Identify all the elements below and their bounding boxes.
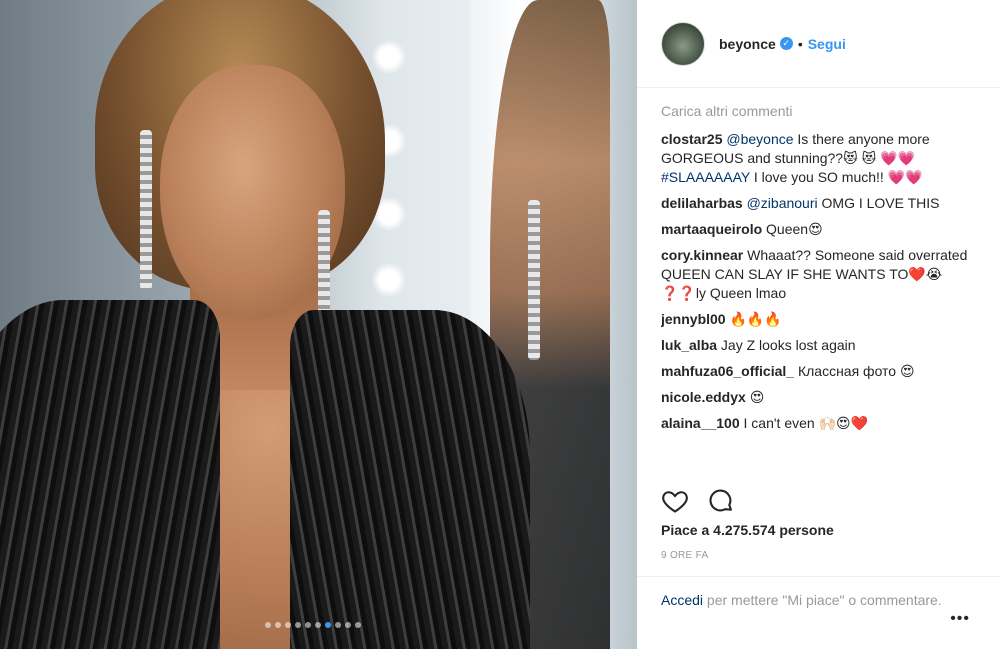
post-timestamp: 9 ORE FA [661, 550, 709, 561]
carousel-dot[interactable] [265, 622, 271, 628]
light-bulb [372, 40, 406, 74]
carousel-dot[interactable] [335, 622, 341, 628]
comment-username[interactable]: martaaqueirolo [661, 221, 762, 237]
carousel-dot[interactable] [315, 622, 321, 628]
comment: luk_alba Jay Z looks lost again [661, 336, 984, 355]
carousel-dot[interactable] [295, 622, 301, 628]
comment-mention[interactable]: @beyonce [726, 131, 793, 147]
carousel-dot[interactable] [285, 622, 291, 628]
carousel-dot[interactable] [305, 622, 311, 628]
comment-username[interactable]: jennybl00 [661, 311, 726, 327]
comment-text: Queen😍 [762, 221, 823, 237]
comment-text: 😍 [745, 389, 765, 405]
comments-list[interactable]: Carica altri commenti clostar25 @beyonce… [661, 96, 984, 474]
carousel-dots[interactable] [265, 622, 361, 628]
carousel-dot[interactable] [275, 622, 281, 628]
comment: nicole.eddyx 😍 [661, 388, 984, 407]
light-bulb [372, 263, 406, 297]
post-photo[interactable] [0, 0, 637, 649]
avatar[interactable] [661, 21, 705, 66]
comment-username[interactable]: delilaharbas [661, 195, 743, 211]
comment-text: Jay Z looks lost again [717, 337, 856, 353]
comment-username[interactable]: luk_alba [661, 337, 717, 353]
separator: • [797, 35, 803, 52]
heart-icon[interactable] [661, 487, 689, 515]
login-prompt: Accedi per mettere "Mi piace" o commenta… [637, 576, 1000, 610]
follow-button[interactable]: Segui [808, 36, 846, 52]
comment-text: I can't even 🙌🏻😍❤️ [739, 415, 869, 431]
more-options-button[interactable]: ••• [950, 610, 970, 628]
comment: clostar25 @beyonce Is there anyone more … [661, 130, 984, 187]
comment-mention[interactable]: @zibanouri [747, 195, 818, 211]
comment: martaaqueirolo Queen😍 [661, 220, 984, 239]
comment-hashtag[interactable]: #SLAAAAAAY [661, 169, 750, 185]
comment-icon[interactable] [707, 487, 735, 515]
action-bar [661, 487, 735, 515]
comment-username[interactable]: mahfuza06_official_ [661, 363, 794, 379]
comment-text: 🔥🔥🔥 [725, 311, 782, 327]
dress-left [0, 300, 220, 649]
post-header: beyonce ✓ • Segui [637, 0, 1000, 88]
earring [528, 200, 540, 360]
comment: mahfuza06_official_ Классная фото 😍 [661, 362, 984, 381]
carousel-dot[interactable] [355, 622, 361, 628]
comment-username[interactable]: alaina__100 [661, 415, 740, 431]
likes-count[interactable]: Piace a 4.275.574 persone [661, 522, 834, 538]
comment: jennybl00 🔥🔥🔥 [661, 310, 984, 329]
comment-text: I love you SO much!! 💗💗 [749, 169, 923, 185]
earring [140, 130, 152, 290]
verified-badge-icon: ✓ [779, 37, 793, 50]
comment-username[interactable]: cory.kinnear [661, 247, 743, 263]
load-more-comments-button[interactable]: Carica altri commenti [661, 102, 984, 121]
comment-text: OMG I LOVE THIS [817, 195, 940, 211]
username[interactable]: beyonce [719, 36, 776, 52]
dress-right [290, 310, 530, 649]
comment-username[interactable]: nicole.eddyx [661, 389, 746, 405]
comment: alaina__100 I can't even 🙌🏻😍❤️ [661, 414, 984, 433]
carousel-dot[interactable] [325, 622, 331, 628]
comment: delilaharbas @zibanouri OMG I LOVE THIS [661, 194, 984, 213]
post-side-panel: beyonce ✓ • Segui Carica altri commenti … [637, 0, 1000, 649]
login-link[interactable]: Accedi [661, 592, 703, 608]
comment-username[interactable]: clostar25 [661, 131, 722, 147]
carousel-dot[interactable] [345, 622, 351, 628]
comment-text: Классная фото 😍 [794, 363, 915, 379]
comment: cory.kinnear Whaaat?? Someone said overr… [661, 246, 984, 303]
login-prompt-text: per mettere "Mi piace" o commentare. [703, 592, 942, 608]
